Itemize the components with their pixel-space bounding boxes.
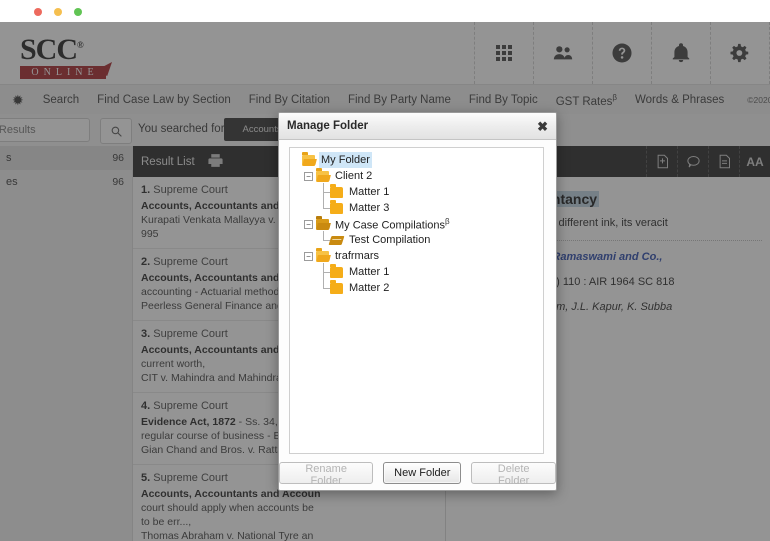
manage-folder-dialog: Manage Folder ✖ My Folder − Cl [278, 112, 557, 491]
dialog-header: Manage Folder ✖ [279, 113, 556, 140]
tree-children: − Client 2 Matter 1 [290, 168, 543, 296]
tree-collapse-toggle[interactable]: − [304, 252, 313, 261]
folder-tree-panel[interactable]: My Folder − Client 2 [289, 147, 544, 454]
tree-node-matter-2[interactable]: Matter 2 [318, 280, 543, 296]
folder-icon [330, 203, 343, 214]
tree-collapse-toggle[interactable]: − [304, 220, 313, 229]
compilation-icon [329, 236, 345, 245]
tree-node-matter-1[interactable]: Matter 1 [318, 184, 543, 200]
tree-node-label[interactable]: trafrmars [333, 248, 381, 264]
tree-node-test-compilation[interactable]: Test Compilation [318, 232, 543, 248]
tree-node-my-case-compilations[interactable]: − My Case Compilationsβ Test Compilation [304, 216, 543, 248]
browser-chrome [0, 0, 770, 23]
folder-tree: My Folder − Client 2 [290, 148, 543, 296]
close-icon[interactable]: ✖ [537, 120, 548, 133]
folder-icon [330, 267, 343, 278]
beta-marker: β [445, 217, 450, 226]
rename-folder-button[interactable]: Rename Folder [279, 462, 373, 484]
folder-open-icon [316, 171, 329, 182]
window-minimize-button[interactable] [54, 8, 62, 16]
tree-node-label[interactable]: My Folder [319, 152, 372, 168]
tree-elbow [318, 184, 330, 200]
tree-node-client-2[interactable]: − Client 2 Matter 1 [304, 168, 543, 216]
window-maximize-button[interactable] [74, 8, 82, 16]
tree-elbow [318, 280, 330, 296]
tree-elbow [318, 264, 330, 280]
dialog-footer: Rename Folder New Folder Delete Folder [279, 456, 556, 490]
tree-node-label[interactable]: Matter 1 [347, 264, 391, 280]
delete-folder-button[interactable]: Delete Folder [471, 462, 556, 484]
tree-node-label[interactable]: Client 2 [333, 168, 374, 184]
new-folder-button[interactable]: New Folder [383, 462, 461, 484]
tree-node-label[interactable]: Test Compilation [347, 232, 432, 248]
tree-node-label[interactable]: Matter 2 [347, 280, 391, 296]
folder-icon [330, 187, 343, 198]
tree-collapse-toggle[interactable]: − [304, 172, 313, 181]
tree-node-matter-1[interactable]: Matter 1 [318, 264, 543, 280]
tree-node-text: My Case Compilations [335, 220, 445, 232]
tree-elbow [318, 200, 330, 216]
folder-open-icon [316, 251, 329, 262]
window-close-button[interactable] [34, 8, 42, 16]
tree-children: Matter 1 Matter 2 [304, 264, 543, 296]
tree-elbow [318, 232, 330, 248]
tree-node-trafrmars[interactable]: − trafrmars Matter 1 [304, 248, 543, 296]
dialog-title: Manage Folder [287, 120, 537, 132]
folder-icon [330, 283, 343, 294]
folder-open-dark-icon [316, 219, 329, 230]
folder-open-icon [302, 155, 315, 166]
tree-node-label[interactable]: My Case Compilationsβ [333, 214, 452, 234]
tree-node-my-folder[interactable]: My Folder − Client 2 [290, 152, 543, 296]
tree-children: Matter 1 Matter 3 [304, 184, 543, 216]
tree-node-label[interactable]: Matter 1 [347, 184, 391, 200]
tree-children: Test Compilation [304, 232, 543, 248]
